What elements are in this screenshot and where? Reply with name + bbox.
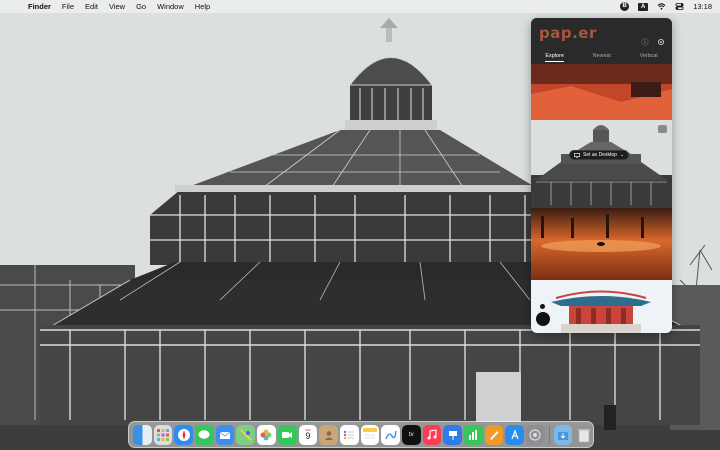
wallpaper-thumbnail[interactable] xyxy=(531,64,672,120)
dock: SEP 9 tv xyxy=(128,421,594,448)
calendar-day: 9 xyxy=(305,431,311,441)
popover-tabs: Explore Newest Vertical xyxy=(531,53,672,62)
menu-edit[interactable]: Edit xyxy=(85,0,98,13)
tab-explore[interactable]: Explore xyxy=(545,53,564,62)
status-area: B A 13:18 xyxy=(620,0,712,13)
popover-header: pap.er Explore Newest Vertical xyxy=(531,18,672,64)
app-menu-finder[interactable]: Finder xyxy=(28,0,51,13)
menu-help[interactable]: Help xyxy=(195,0,210,13)
dock-numbers-icon[interactable] xyxy=(464,424,483,445)
papier-popover: pap.er Explore Newest Vertical Set as De… xyxy=(531,18,672,333)
scroll-indicator[interactable] xyxy=(536,312,550,326)
menu-go[interactable]: Go xyxy=(136,0,146,13)
dock-notes-icon[interactable] xyxy=(360,424,380,445)
tab-newest[interactable]: Newest xyxy=(593,53,611,62)
menu-bar-clock[interactable]: 13:18 xyxy=(693,2,712,11)
dock-separator xyxy=(548,425,550,444)
menu-bar: Finder File Edit View Go Window Help B A… xyxy=(0,0,720,13)
dock-safari-icon[interactable] xyxy=(174,424,194,445)
dock-mail-icon[interactable] xyxy=(215,424,235,445)
set-as-desktop-label: Set as Desktop xyxy=(583,152,617,158)
dock-maps-icon[interactable] xyxy=(236,424,256,445)
dock-downloads-folder-icon[interactable] xyxy=(553,424,573,445)
dock-music-icon[interactable] xyxy=(422,424,442,445)
dock-contacts-icon[interactable] xyxy=(319,424,338,445)
dock-reminders-icon[interactable] xyxy=(339,424,359,445)
menu-window[interactable]: Window xyxy=(157,0,184,13)
dock-app-store-icon[interactable] xyxy=(505,424,525,445)
dock-tv-icon[interactable]: tv xyxy=(401,424,421,445)
dock-launchpad-icon[interactable] xyxy=(153,424,173,445)
chevron-down-icon[interactable]: ⌄ xyxy=(620,152,624,158)
input-source-indicator[interactable]: A xyxy=(638,2,649,11)
menu-view[interactable]: View xyxy=(109,0,125,13)
wallpaper-thumbnail[interactable] xyxy=(531,280,672,333)
monitor-icon xyxy=(574,152,580,158)
gear-icon[interactable] xyxy=(657,38,665,46)
wallpaper-thumbnail[interactable] xyxy=(531,208,672,280)
scroll-indicator-dot xyxy=(540,304,545,309)
set-as-desktop-button[interactable]: Set as Desktop ⌄ xyxy=(569,150,630,160)
dock-finder-icon[interactable] xyxy=(133,424,152,445)
favorite-badge-icon[interactable] xyxy=(658,125,667,133)
menu-file[interactable]: File xyxy=(62,0,74,13)
wallpaper-thumbnail-selected[interactable]: Set as Desktop ⌄ xyxy=(531,120,672,208)
tab-vertical[interactable]: Vertical xyxy=(640,53,658,62)
dock-pages-icon[interactable] xyxy=(484,424,504,445)
dock-freeform-icon[interactable] xyxy=(381,424,400,445)
dock-calendar-icon[interactable]: SEP 9 xyxy=(298,424,318,445)
dock-facetime-icon[interactable] xyxy=(277,424,297,445)
control-center-icon[interactable] xyxy=(675,2,684,11)
compass-icon[interactable] xyxy=(641,38,649,46)
dock-photos-icon[interactable] xyxy=(257,424,276,445)
dock-trash-icon[interactable] xyxy=(574,425,593,445)
wifi-icon[interactable] xyxy=(657,2,666,11)
dock-keynote-icon[interactable] xyxy=(443,424,462,445)
papier-logo: pap.er xyxy=(539,24,597,42)
papier-status-icon[interactable]: B xyxy=(620,2,630,11)
dock-messages-icon[interactable] xyxy=(195,424,214,445)
dock-system-settings-icon[interactable] xyxy=(526,424,545,445)
